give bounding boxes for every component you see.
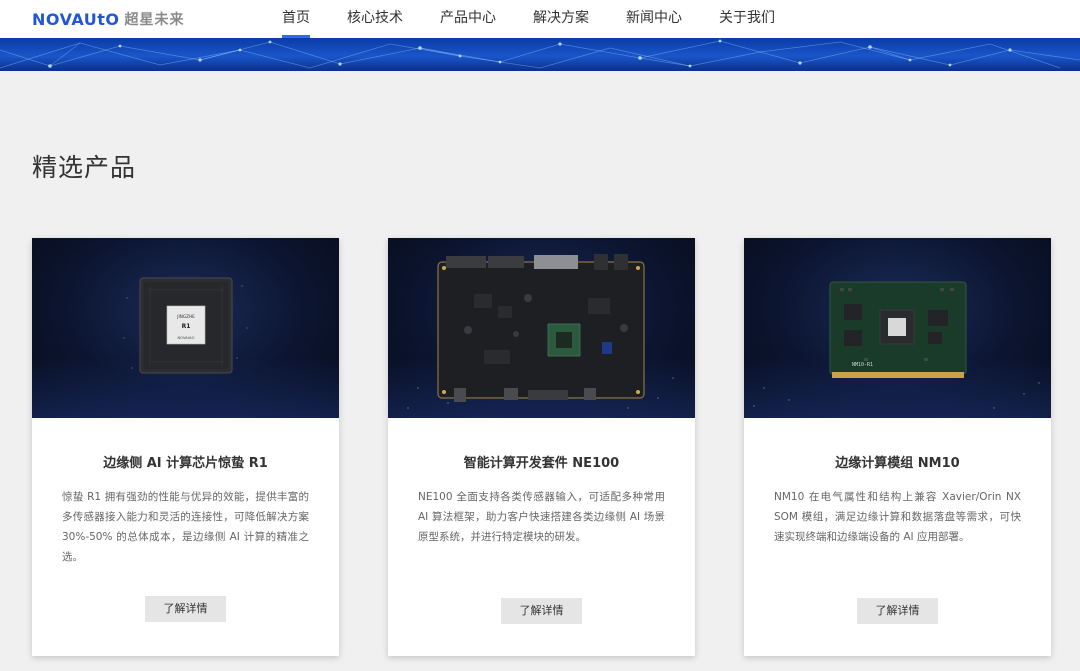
learn-more-button[interactable]: 了解详情 bbox=[145, 596, 226, 622]
product-image-ne100-board bbox=[388, 238, 695, 418]
site-header: NOVAUtO 超星未来 首页 核心技术 产品中心 解决方案 新闻中心 关于我们 bbox=[0, 0, 1080, 38]
product-card-nm10: NM10-R1 边缘计算模组 NM10 NM10 在电气属性和结构上兼容 Xav… bbox=[744, 238, 1051, 656]
learn-more-button[interactable]: 了解详情 bbox=[857, 598, 938, 624]
product-title: 边缘计算模组 NM10 bbox=[835, 456, 960, 471]
product-title: 智能计算开发套件 NE100 bbox=[463, 456, 620, 471]
site-logo[interactable]: NOVAUtO 超星未来 bbox=[32, 9, 185, 29]
nav-item-products[interactable]: 产品中心 bbox=[440, 0, 496, 38]
module-label: NM10-R1 bbox=[852, 362, 873, 368]
network-pattern-graphic bbox=[0, 39, 1080, 69]
product-description: NM10 在电气属性和结构上兼容 Xavier/Orin NX SOM 模组，满… bbox=[774, 491, 1021, 543]
nav-item-about[interactable]: 关于我们 bbox=[719, 0, 775, 38]
logo-wordmark: NOVAUtO bbox=[32, 9, 120, 29]
product-description: 惊蛰 R1 拥有强劲的性能与优异的效能，提供丰富的多传感器接入能力和灵活的连接性… bbox=[62, 491, 309, 563]
main-nav: 首页 核心技术 产品中心 解决方案 新闻中心 关于我们 bbox=[282, 0, 812, 38]
product-image-nm10-module: NM10-R1 bbox=[744, 238, 1051, 418]
product-description: NE100 全面支持各类传感器输入，可适配多种常用 AI 算法框架，助力客户快速… bbox=[418, 491, 665, 543]
chip-label-brand: JINGZHE bbox=[176, 314, 195, 319]
section-title: 精选产品 bbox=[32, 153, 137, 182]
chip-label-maker: NOVAUtO bbox=[177, 336, 194, 340]
nav-item-core-tech[interactable]: 核心技术 bbox=[347, 0, 403, 38]
nav-item-news[interactable]: 新闻中心 bbox=[626, 0, 682, 38]
product-card-r1: JINGZHE R1 NOVAUtO 边缘侧 AI 计算芯片惊蛰 R1 惊蛰 R… bbox=[32, 238, 339, 656]
logo-chinese-name: 超星未来 bbox=[124, 12, 185, 28]
product-card-ne100: 智能计算开发套件 NE100 NE100 全面支持各类传感器输入，可适配多种常用… bbox=[388, 238, 695, 656]
nav-item-solutions[interactable]: 解决方案 bbox=[533, 0, 589, 38]
product-image-r1-chip: JINGZHE R1 NOVAUtO bbox=[32, 238, 339, 418]
chip-label-model: R1 bbox=[182, 323, 191, 330]
nav-item-home[interactable]: 首页 bbox=[282, 0, 310, 38]
product-title: 边缘侧 AI 计算芯片惊蛰 R1 bbox=[103, 456, 268, 471]
learn-more-button[interactable]: 了解详情 bbox=[501, 598, 582, 624]
hero-banner-strip bbox=[0, 38, 1080, 71]
